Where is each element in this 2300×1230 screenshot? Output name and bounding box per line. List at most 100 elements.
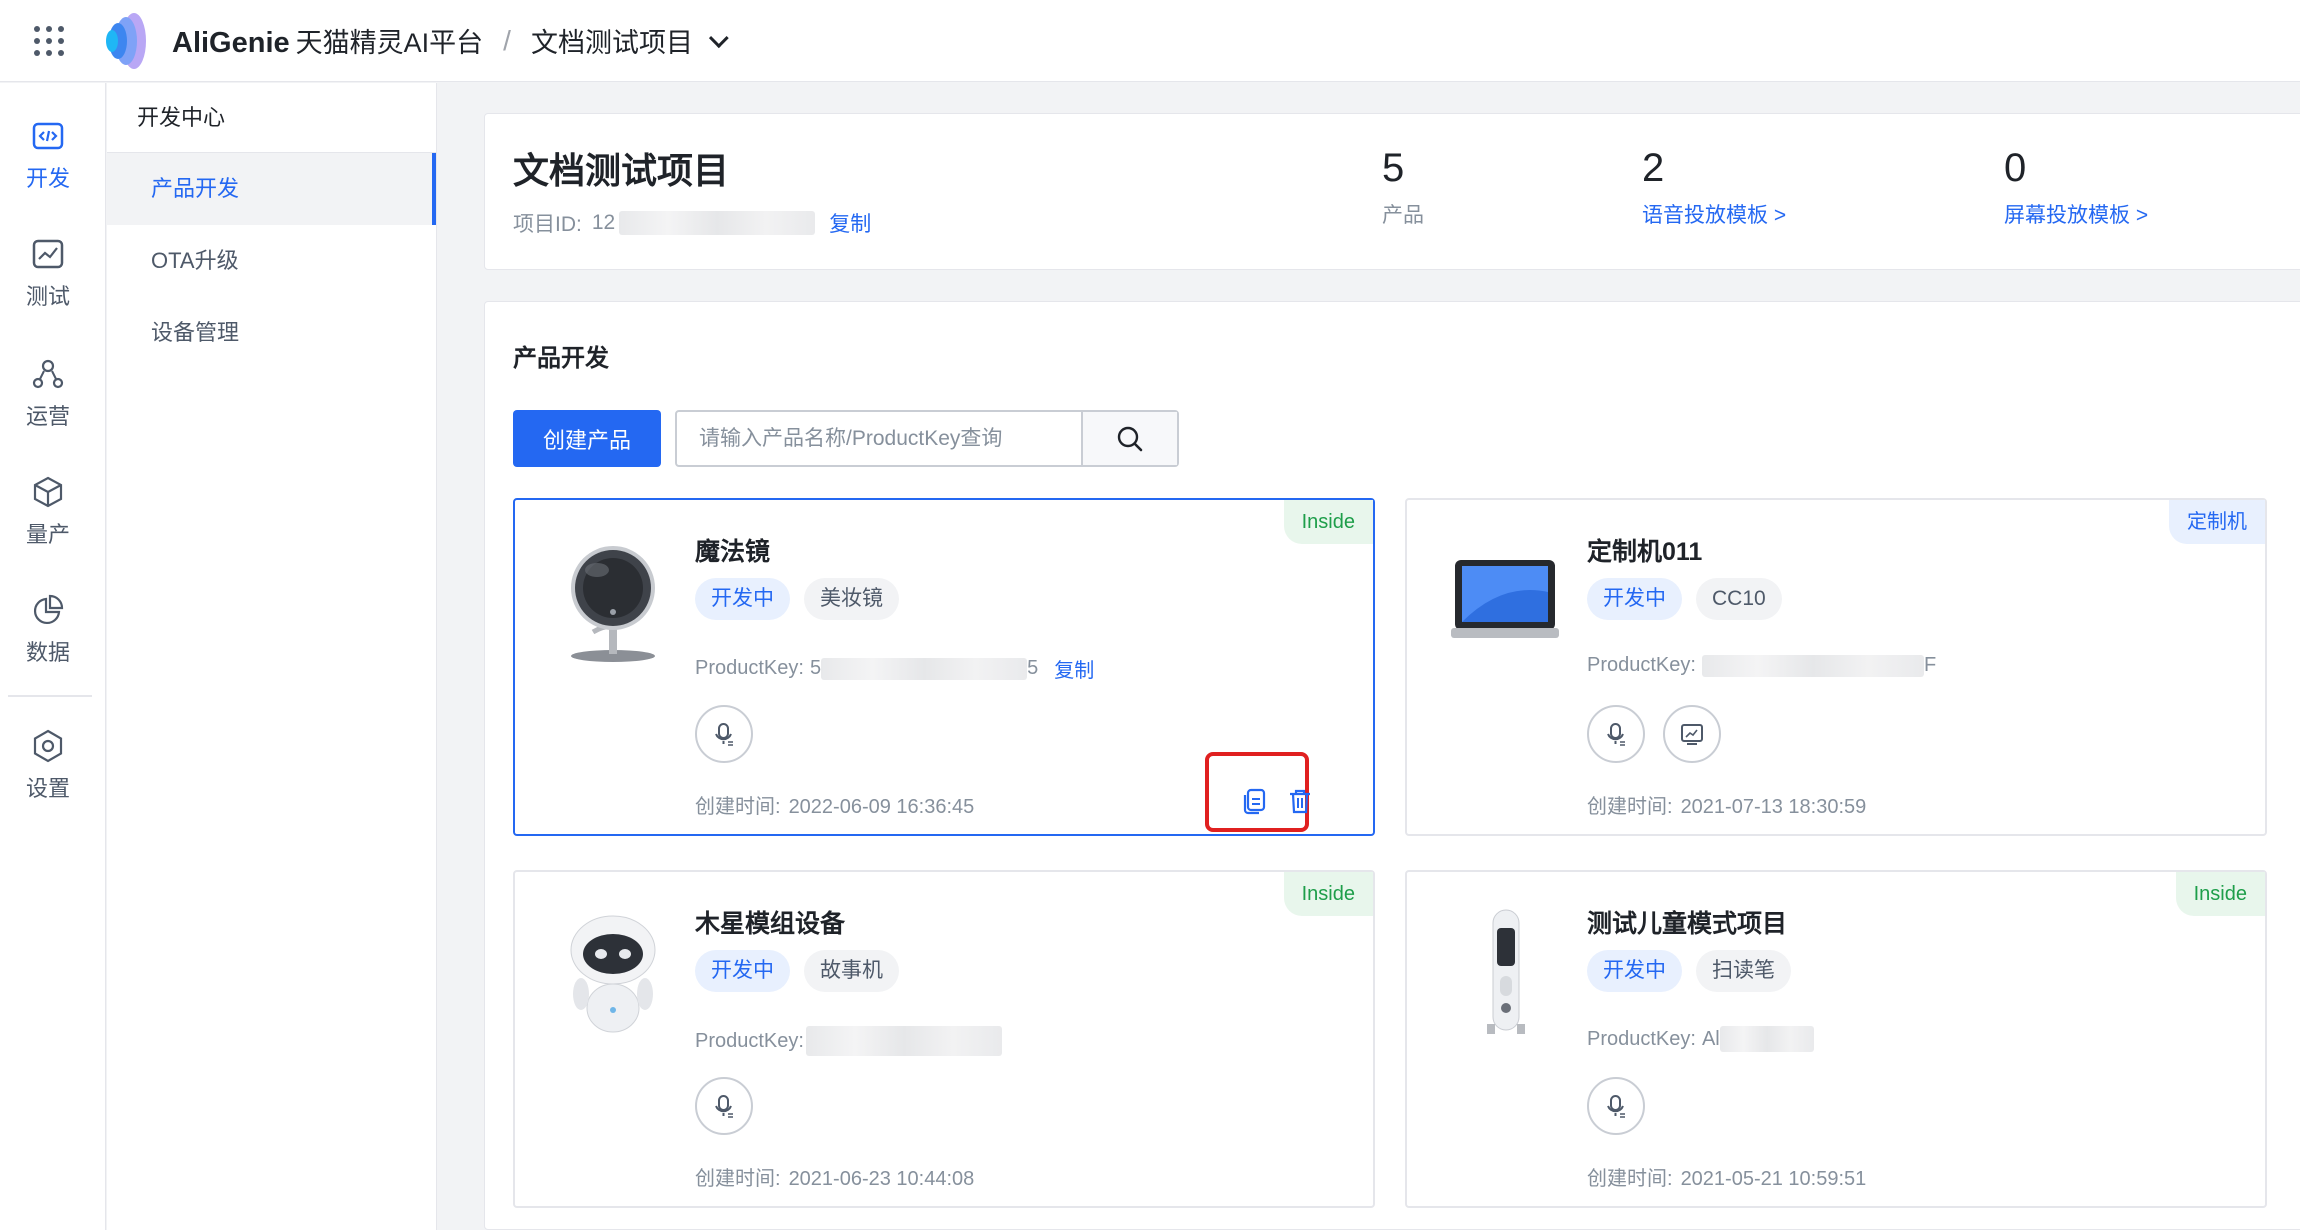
product-card-jupiter-module[interactable]: Inside 木星模组设备 开发中 故事机 ProductKey: 创建时间: 2… [513,870,1375,1208]
rail-item-ops[interactable]: 运营 [0,357,96,431]
microphone-icon [715,723,733,746]
created-time: 创建时间: 2022-06-09 16:36:45 [695,790,974,819]
product-key-label: ProductKey: [1587,1027,1696,1050]
robot-product-image [570,915,656,1033]
screen-templates-link[interactable]: 屏幕投放模板 > [2004,199,2148,229]
product-key-end: 5 [1027,657,1039,679]
product-key-row: ProductKey: [695,1026,1002,1056]
microphone-icon [1607,723,1625,746]
subnav-title: 开发中心 [107,83,436,153]
chart-line-icon [32,239,64,269]
copy-product-button[interactable] [1237,784,1271,818]
rail-item-label: 开发 [25,166,70,191]
rail-item-settings[interactable]: 设置 [0,729,96,803]
inside-badge: Inside [2175,872,2265,916]
product-card-kids-mode-test[interactable]: Inside 测试儿童模式项目 开发中 扫读笔 ProductKey: Al 创… [1405,870,2267,1208]
voice-templates-link[interactable]: 语音投放模板 > [1642,199,1786,229]
screen-feature-button[interactable] [1663,705,1721,763]
product-dev-section: 产品开发 创建产品 Inside 魔法镜 开发中 美妆镜 ProductKey:… [484,301,2300,1230]
product-search-input[interactable] [677,412,1081,465]
product-key-row: ProductKey: 5 5 复制 [695,654,1094,683]
product-key-start: 5 [809,657,822,679]
created-time-value: 2021-06-23 10:44:08 [788,1168,975,1190]
rail-item-mass-production[interactable]: 量产 [0,475,96,549]
apps-grid-icon[interactable] [34,25,64,56]
voice-feature-button[interactable] [695,1077,753,1135]
aligenie-logo[interactable] [104,11,150,71]
status-badge: 开发中 [1587,578,1682,620]
microphone-icon [715,1095,733,1118]
cube-icon [33,476,63,508]
copy-product-key-link[interactable]: 复制 [1054,654,1094,683]
created-time: 创建时间: 2021-06-23 10:44:08 [695,1162,974,1191]
brand-cn: 天猫精灵AI平台 [295,28,484,58]
project-id-redacted [619,211,816,235]
screen-icon [1681,724,1703,745]
product-key-redacted [821,657,1028,680]
rail-item-label: 测试 [25,284,70,309]
inside-badge: Inside [1283,500,1373,544]
hexagon-gear-icon [33,729,63,763]
stat-voice-templates[interactable]: 2 语音投放模板 > [1642,146,1786,229]
product-key-row: ProductKey: F [1587,654,1936,677]
product-card-magic-mirror[interactable]: Inside 魔法镜 开发中 美妆镜 ProductKey: 5 5 复制 创建… [513,498,1375,836]
product-tags: 开发中 故事机 [695,950,913,992]
sub-nav: 开发中心 产品开发 OTA升级 设备管理 [107,83,437,1230]
top-bar: AliGenie 天猫精灵AI平台 / 文档测试项目 [0,0,2300,82]
delete-product-button[interactable] [1283,784,1317,818]
stat-products: 5 产品 [1382,146,1424,229]
category-badge: 扫读笔 [1696,950,1791,992]
created-time-value: 2021-07-13 18:30:59 [1680,796,1867,818]
tablet-product-image [1451,560,1559,638]
stat-screen-templates-value: 0 [2004,146,2027,190]
custom-device-badge: 定制机 [2169,500,2265,544]
project-id-prefix: 12 [591,211,616,234]
rail-item-label: 数据 [25,640,70,665]
subnav-item-ota[interactable]: OTA升级 [107,225,436,297]
status-badge: 开发中 [1587,950,1682,992]
copy-project-id-link[interactable]: 复制 [829,208,871,238]
product-key-label: ProductKey: [695,1029,804,1052]
rail-item-dev[interactable]: 开发 [0,119,96,193]
created-time-label: 创建时间: [1587,796,1673,818]
voice-feature-button[interactable] [1587,1077,1645,1135]
mirror-product-image [571,546,655,662]
rail-item-data[interactable]: 数据 [0,593,96,667]
breadcrumb-separator: / [503,24,511,56]
search-icon [1117,426,1143,451]
category-badge: 故事机 [804,950,899,992]
project-summary-card: 文档测试项目 项目ID: 12 复制 5 产品 2 语音投放模板 > 0 屏幕投… [484,113,2300,270]
create-product-button[interactable]: 创建产品 [513,410,661,467]
rail-item-test[interactable]: 测试 [0,237,96,311]
inside-badge: Inside [1283,872,1373,916]
chevron-down-icon [708,27,729,48]
product-card-custom-device[interactable]: 定制机 定制机011 开发中 CC10 ProductKey: F 创建时间: 2… [1405,498,2267,836]
project-id-label: 项目ID: [513,213,582,236]
created-time: 创建时间: 2021-05-21 10:59:51 [1587,1162,1866,1191]
search-button[interactable] [1081,412,1177,465]
created-time-label: 创建时间: [695,1168,781,1190]
status-badge: 开发中 [695,578,790,620]
brand-en: AliGenie [172,27,290,59]
created-time-value: 2021-05-21 10:59:51 [1680,1168,1867,1190]
nodes-icon [32,359,64,389]
reading-pen-product-image [1487,909,1525,1034]
page-title: 文档测试项目 [513,150,730,191]
voice-feature-button[interactable] [695,705,753,763]
rail-item-label: 运营 [25,404,70,429]
stat-screen-templates[interactable]: 0 屏幕投放模板 > [2004,146,2148,229]
brand-name: AliGenie 天猫精灵AI平台 [172,21,483,60]
project-switcher[interactable]: 文档测试项目 [531,21,729,60]
voice-feature-button[interactable] [1587,705,1645,763]
category-badge: CC10 [1696,578,1782,620]
subnav-item-product-dev[interactable]: 产品开发 [107,153,436,225]
created-time: 创建时间: 2021-07-13 18:30:59 [1587,790,1866,819]
project-id-row: 项目ID: 12 复制 [513,208,871,238]
microphone-icon [1607,1095,1625,1118]
product-search [675,410,1179,467]
status-badge: 开发中 [695,950,790,992]
subnav-item-device-mgmt[interactable]: 设备管理 [107,297,436,369]
rail-divider [8,695,92,697]
product-tags: 开发中 扫读笔 [1587,950,1805,992]
stat-products-label: 产品 [1382,204,1424,227]
